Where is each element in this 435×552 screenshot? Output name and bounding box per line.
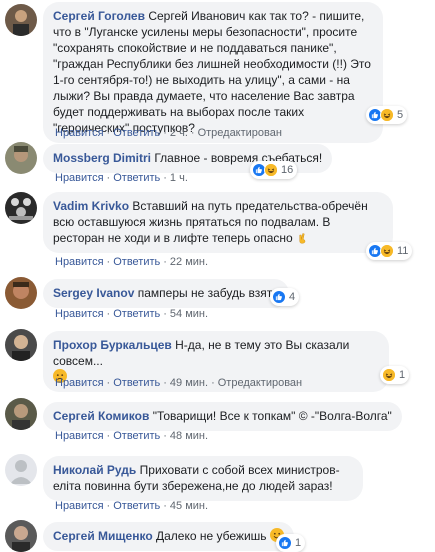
reactions-summary[interactable]: 1	[276, 534, 306, 552]
reactions-count: 5	[397, 109, 404, 121]
avatar[interactable]	[5, 329, 37, 361]
haha-reaction-icon	[264, 163, 278, 177]
reply-link[interactable]: Ответить	[113, 308, 160, 320]
reactions-summary[interactable]: 5	[366, 106, 408, 124]
reactions-summary[interactable]: 1	[380, 366, 410, 384]
comment-author[interactable]: Сергей Гоголев	[53, 9, 145, 23]
like-link[interactable]: Нравится	[55, 377, 104, 389]
like-link[interactable]: Нравится	[55, 430, 104, 442]
like-reaction-icon	[278, 536, 292, 550]
like-link[interactable]: Нравится	[55, 127, 104, 139]
reply-link[interactable]: Ответить	[113, 377, 160, 389]
comment-text: Сергей Иванович как так то? - пишите, чт…	[53, 9, 371, 135]
comment-actions: Нравится · Ответить · 45 мин.	[55, 500, 209, 512]
avatar[interactable]	[5, 520, 37, 552]
like-link[interactable]: Нравится	[55, 308, 104, 320]
haha-reaction-icon	[382, 368, 396, 382]
comment-author[interactable]: Прохор Буркальцев	[53, 338, 172, 352]
comment-text: Далеко не убежишь	[156, 529, 267, 543]
avatar[interactable]	[5, 454, 37, 486]
comment-author[interactable]: Mossberg Dimitri	[53, 151, 151, 165]
comment-time[interactable]: 22 мин.	[170, 256, 208, 268]
avatar[interactable]	[5, 4, 37, 36]
comment-time[interactable]: 1 ч.	[170, 172, 188, 184]
reactions-count: 16	[281, 164, 294, 176]
comment-author[interactable]: Николай Рудь	[53, 463, 136, 477]
comment-bubble: Сергей Комиков "Товарищи! Все к топкам" …	[43, 402, 402, 431]
reply-link[interactable]: Ответить	[113, 500, 160, 512]
comment-text: "Товарищи! Все к топкам" © -"Волга-Волга…	[152, 409, 392, 423]
reactions-summary[interactable]: 4	[270, 288, 300, 306]
avatar[interactable]	[5, 398, 37, 430]
comment-bubble: Сергей Мищенко Далеко не убежишь	[43, 522, 294, 551]
avatar[interactable]	[5, 192, 37, 224]
edited-label: Отредактирован	[217, 377, 303, 389]
edited-label: Отредактирован	[197, 127, 282, 139]
comment-bubble: Vadim Krivko Вставший на путь предательс…	[43, 192, 393, 253]
comment-time[interactable]: 2 ч.	[170, 127, 188, 139]
haha-reaction-icon	[380, 244, 394, 258]
comment-bubble: Николай Рудь Приховати с собой всех мини…	[43, 456, 363, 501]
comment-author[interactable]: Vadim Krivko	[53, 199, 129, 213]
fingers-crossed-emoji-icon	[296, 232, 308, 244]
reactions-count: 4	[289, 291, 296, 303]
reactions-count: 1	[295, 537, 302, 549]
reply-link[interactable]: Ответить	[113, 430, 160, 442]
reactions-summary[interactable]: 11	[366, 242, 413, 260]
comment-actions: Нравится · Ответить · 2 ч. · Отредактирован	[55, 127, 282, 139]
like-link[interactable]: Нравится	[55, 256, 104, 268]
reply-link[interactable]: Ответить	[113, 127, 160, 139]
comment-bubble: Сергей Гоголев Сергей Иванович как так т…	[43, 2, 383, 143]
comment-actions: Нравится · Ответить · 54 мин.	[55, 308, 209, 320]
comment-actions: Нравится · Ответить · 22 мин.	[55, 256, 209, 268]
comment-actions: Нравится · Ответить · 48 мин.	[55, 430, 209, 442]
comment-time[interactable]: 45 мин.	[170, 500, 208, 512]
comment-bubble: Sergey Ivanov памперы не забудь взять	[43, 279, 289, 308]
reactions-count: 11	[397, 245, 409, 257]
comment-actions: Нравится · Ответить · 1 ч.	[55, 172, 188, 184]
comment-author[interactable]: Сергей Комиков	[53, 409, 149, 423]
reactions-summary[interactable]: 16	[250, 161, 298, 179]
comment-time[interactable]: 48 мин.	[170, 430, 208, 442]
comment-text: памперы не забудь взять	[137, 286, 279, 300]
comment-author[interactable]: Сергей Мищенко	[53, 529, 153, 543]
comment-author[interactable]: Sergey Ivanov	[53, 286, 134, 300]
reply-link[interactable]: Ответить	[113, 172, 160, 184]
like-link[interactable]: Нравится	[55, 172, 104, 184]
comment-actions: Нравится · Ответить · 49 мин. · Отредактирован	[55, 377, 303, 389]
reactions-count: 1	[399, 369, 406, 381]
haha-reaction-icon	[380, 108, 394, 122]
comment-text: Главное - вовремя съебаться!	[154, 151, 323, 165]
comment-time[interactable]: 54 мин.	[170, 308, 208, 320]
avatar[interactable]	[5, 277, 37, 309]
like-link[interactable]: Нравится	[55, 500, 104, 512]
comment-time[interactable]: 49 мин.	[170, 377, 208, 389]
reply-link[interactable]: Ответить	[113, 256, 160, 268]
like-reaction-icon	[272, 290, 286, 304]
avatar[interactable]	[5, 142, 37, 174]
